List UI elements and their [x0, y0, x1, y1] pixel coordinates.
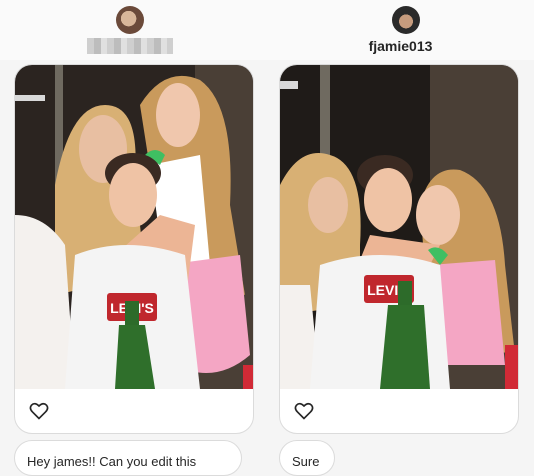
left-post-header: [0, 0, 267, 60]
left-photo-image: LEVI'S: [15, 65, 253, 389]
right-post-column: fjamie013 LEVI'S Sure: [267, 0, 534, 476]
redacted-username: [87, 38, 173, 54]
left-user-avatar[interactable]: [116, 6, 144, 34]
right-post-header: fjamie013: [267, 0, 534, 60]
left-post-card: LEVI'S: [14, 64, 254, 434]
left-message-bubble: Hey james!! Can you edit this: [14, 440, 242, 476]
heart-icon[interactable]: [294, 401, 314, 421]
right-user-avatar[interactable]: [392, 6, 420, 34]
heart-icon[interactable]: [29, 401, 49, 421]
right-message-bubble: Sure: [279, 440, 335, 476]
left-post-photo[interactable]: LEVI'S: [15, 65, 253, 389]
right-post-photo[interactable]: LEVI'S: [280, 65, 518, 389]
left-post-column: LEVI'S Hey james!! Can you edit this: [0, 0, 267, 476]
username[interactable]: fjamie013: [267, 38, 534, 54]
right-post-card: LEVI'S: [279, 64, 519, 434]
right-photo-image: LEVI'S: [280, 65, 518, 389]
